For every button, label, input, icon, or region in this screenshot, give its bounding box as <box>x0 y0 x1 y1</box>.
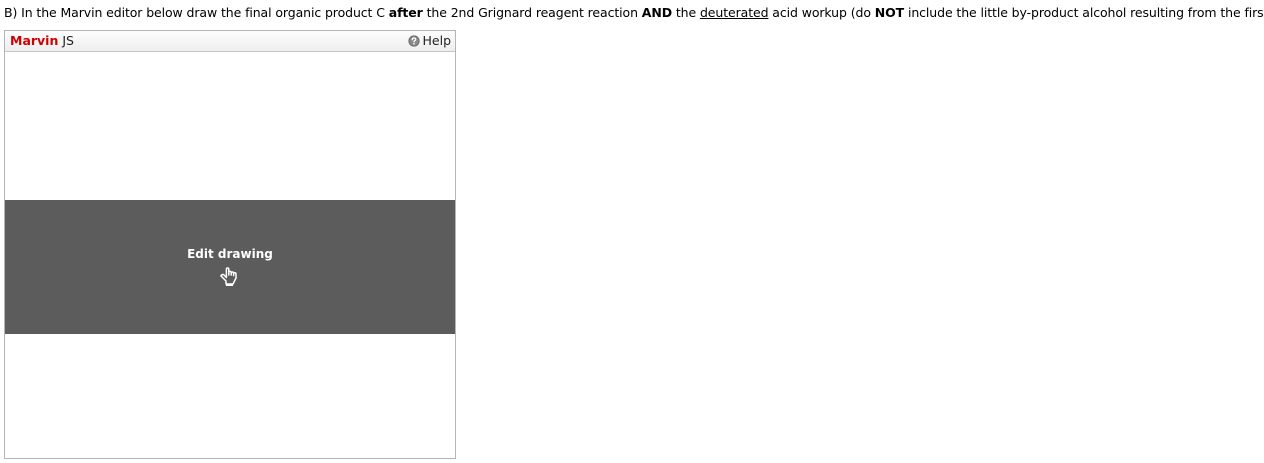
drawing-canvas[interactable]: Edit drawing <box>5 52 455 458</box>
edit-drawing-overlay[interactable]: Edit drawing <box>5 200 455 334</box>
help-circle-icon <box>407 35 420 47</box>
edit-drawing-label: Edit drawing <box>187 247 273 261</box>
help-button[interactable]: Help <box>407 33 452 49</box>
question-suffix: include the little by-product alcohol re… <box>907 5 1264 20</box>
question-prefix: B) In the Marvin editor below draw the f… <box>4 5 389 20</box>
question-underlined-deuterated: deuterated <box>699 5 769 20</box>
marvin-editor: Marvin JS Help Edit drawing <box>4 30 456 459</box>
brand-js: JS <box>58 33 74 48</box>
question-mid-1: the 2nd Grignard reagent reaction <box>422 5 642 20</box>
question-mid-2: the <box>671 5 700 20</box>
question-bold-not: NOT <box>874 5 905 20</box>
question-text: B) In the Marvin editor below draw the f… <box>4 5 1264 21</box>
brand-marvin: Marvin <box>10 33 59 48</box>
question-bold-after: after <box>388 5 423 20</box>
editor-brand: Marvin JS <box>10 33 74 49</box>
hand-pointer-icon <box>220 267 237 286</box>
editor-header: Marvin JS Help <box>5 31 455 52</box>
help-label: Help <box>422 33 452 48</box>
question-bold-and: AND <box>641 5 672 20</box>
question-mid-3: acid workup (do <box>768 5 875 20</box>
